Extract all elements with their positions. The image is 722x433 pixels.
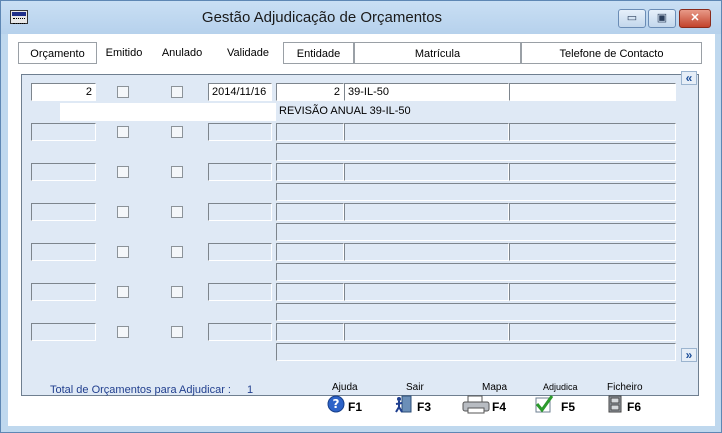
validade-field[interactable] xyxy=(208,243,272,261)
validade-field[interactable] xyxy=(208,283,272,301)
scroll-down-button[interactable]: » xyxy=(681,348,697,362)
orcamentos-grid: 2 2014/11/16 2 39-IL-50 REVISÃO ANUAL 39-IL-… xyxy=(21,74,699,396)
help-button[interactable]: Ajuda ? F1 xyxy=(326,380,386,420)
adjudicate-key: F5 xyxy=(561,400,576,414)
window-title: Gestão Adjudicação de Orçamentos xyxy=(201,9,443,26)
file-button-label: Ficheiro xyxy=(607,382,643,393)
map-key: F4 xyxy=(492,400,507,414)
emitido-checkbox[interactable] xyxy=(117,86,129,98)
telefone-field[interactable] xyxy=(509,243,676,261)
entidade-field[interactable] xyxy=(276,323,344,341)
orcamento-field[interactable] xyxy=(31,203,96,221)
column-header-validade: Validade xyxy=(227,47,269,59)
orcamento-field[interactable] xyxy=(31,323,96,341)
description-field[interactable] xyxy=(276,143,676,161)
column-header-matricula[interactable]: Matrícula xyxy=(354,42,521,64)
anulado-checkbox[interactable] xyxy=(171,206,183,218)
exit-button-label: Sair xyxy=(406,382,424,393)
matricula-field[interactable] xyxy=(344,283,509,301)
description-strip xyxy=(60,103,276,121)
telefone-field[interactable] xyxy=(509,203,676,221)
orcamento-field[interactable] xyxy=(31,163,96,181)
map-button-label: Mapa xyxy=(482,382,508,393)
description-field[interactable] xyxy=(276,343,676,361)
help-icon: ? xyxy=(327,395,345,413)
orcamento-field[interactable]: 2 xyxy=(31,83,96,101)
telefone-field[interactable] xyxy=(509,123,676,141)
anulado-checkbox[interactable] xyxy=(171,286,183,298)
form-client-area: Orçamento Emitido Anulado Validade Entid… xyxy=(8,34,715,426)
orcamento-field[interactable] xyxy=(31,283,96,301)
orcamento-field[interactable] xyxy=(31,123,96,141)
telefone-field[interactable] xyxy=(509,83,676,101)
emitido-checkbox[interactable] xyxy=(117,326,129,338)
anulado-checkbox[interactable] xyxy=(171,86,183,98)
column-header-entidade[interactable]: Entidade xyxy=(283,42,354,64)
entidade-field[interactable] xyxy=(276,243,344,261)
emitido-checkbox[interactable] xyxy=(117,126,129,138)
telefone-field[interactable] xyxy=(509,323,676,341)
entidade-field[interactable]: 2 xyxy=(276,83,344,101)
validade-field[interactable]: 2014/11/16 xyxy=(208,83,272,101)
description-text: REVISÃO ANUAL 39-IL-50 xyxy=(279,105,411,117)
file-button[interactable]: Ficheiro F6 xyxy=(605,380,665,420)
column-header-anulado: Anulado xyxy=(161,47,203,59)
help-button-label: Ajuda xyxy=(332,382,358,393)
entidade-field[interactable] xyxy=(276,163,344,181)
telefone-field[interactable] xyxy=(509,163,676,181)
description-field[interactable] xyxy=(276,183,676,201)
emitido-checkbox[interactable] xyxy=(117,286,129,298)
entidade-field[interactable] xyxy=(276,203,344,221)
description-field[interactable] xyxy=(276,223,676,241)
anulado-checkbox[interactable] xyxy=(171,246,183,258)
validade-field[interactable] xyxy=(208,203,272,221)
close-button[interactable]: ✕ xyxy=(679,9,711,28)
svg-text:?: ? xyxy=(333,397,340,411)
help-key: F1 xyxy=(348,400,363,414)
orcamento-field[interactable] xyxy=(31,243,96,261)
column-header-orcamento[interactable]: Orçamento xyxy=(18,42,97,64)
emitido-checkbox[interactable] xyxy=(117,206,129,218)
matricula-field[interactable] xyxy=(344,123,509,141)
minimize-button[interactable]: ▭ xyxy=(618,9,646,28)
emitido-checkbox[interactable] xyxy=(117,166,129,178)
file-key: F6 xyxy=(627,400,642,414)
validade-field[interactable] xyxy=(208,163,272,181)
column-header-bar: Orçamento Emitido Anulado Validade Entid… xyxy=(18,42,702,64)
validade-field[interactable] xyxy=(208,323,272,341)
matricula-field[interactable] xyxy=(344,323,509,341)
adjudicate-button-label: Adjudica xyxy=(543,382,578,392)
anulado-checkbox[interactable] xyxy=(171,166,183,178)
exit-door-icon xyxy=(395,395,412,413)
emitido-checkbox[interactable] xyxy=(117,246,129,258)
anulado-checkbox[interactable] xyxy=(171,126,183,138)
anulado-checkbox[interactable] xyxy=(171,326,183,338)
exit-button[interactable]: Sair F3 xyxy=(394,380,454,420)
entidade-field[interactable] xyxy=(276,123,344,141)
title-bar[interactable]: Gestão Adjudicação de Orçamentos ▭ ▣ ✕ xyxy=(1,1,721,34)
checkmark-icon xyxy=(535,395,554,413)
exit-key: F3 xyxy=(417,400,432,414)
matricula-field[interactable] xyxy=(344,203,509,221)
entidade-field[interactable] xyxy=(276,283,344,301)
main-window: Gestão Adjudicação de Orçamentos ▭ ▣ ✕ O… xyxy=(0,0,722,433)
validade-field[interactable] xyxy=(208,123,272,141)
description-field[interactable] xyxy=(276,303,676,321)
file-cabinet-icon xyxy=(608,395,622,413)
map-button[interactable]: Mapa F4 xyxy=(461,380,521,420)
column-header-emitido: Emitido xyxy=(105,47,143,59)
adjudicate-button[interactable]: Adjudica F5 xyxy=(534,380,594,420)
description-field[interactable] xyxy=(276,263,676,281)
matricula-field[interactable] xyxy=(344,243,509,261)
telefone-field[interactable] xyxy=(509,283,676,301)
printer-icon xyxy=(462,395,490,414)
matricula-field[interactable]: 39-IL-50 xyxy=(344,83,509,101)
total-orcamentos-value: 1 xyxy=(247,384,254,396)
maximize-button[interactable]: ▣ xyxy=(648,9,676,28)
scroll-up-button[interactable]: « xyxy=(681,71,697,85)
column-header-telefone[interactable]: Telefone de Contacto xyxy=(521,42,702,64)
matricula-field[interactable] xyxy=(344,163,509,181)
total-orcamentos-label: Total de Orçamentos para Adjudicar : xyxy=(50,384,231,396)
